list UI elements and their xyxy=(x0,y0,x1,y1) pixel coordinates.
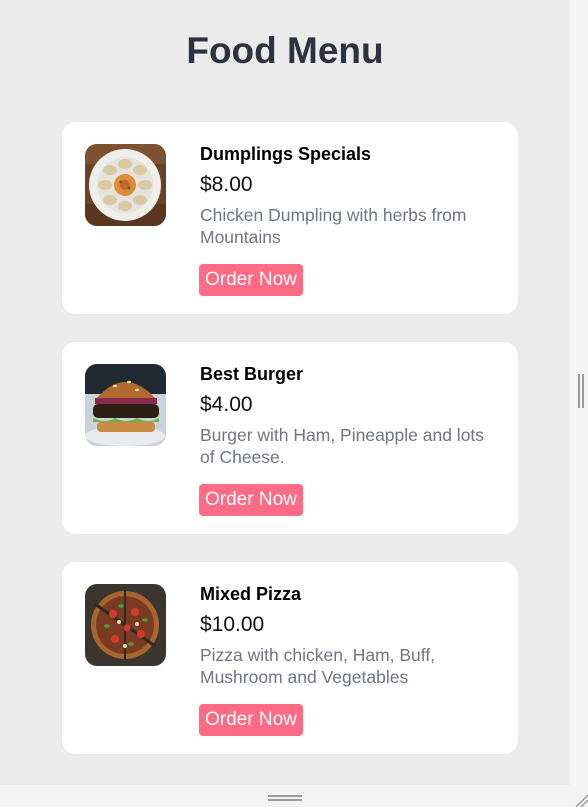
order-now-button[interactable]: Order Now xyxy=(199,264,303,296)
menu-item-card: Mixed Pizza $10.00 Pizza with chicken, H… xyxy=(62,562,518,754)
item-price: $10.00 xyxy=(200,613,265,636)
dumplings-image xyxy=(85,144,166,226)
menu-item-card: Best Burger $4.00 Burger with Ham, Pinea… xyxy=(62,342,518,534)
vertical-scrollbar[interactable] xyxy=(570,0,588,785)
item-description: Burger with Ham, Pineapple and lots of C… xyxy=(200,425,485,467)
resize-corner-icon[interactable] xyxy=(574,793,588,807)
item-name: Dumplings Specials xyxy=(200,144,372,164)
item-description: Chicken Dumpling with herbs from Mountai… xyxy=(200,205,467,247)
pizza-image xyxy=(85,584,166,666)
item-name: Best Burger xyxy=(200,364,304,384)
item-description: Pizza with chicken, Ham, Buff, Mushroom … xyxy=(200,645,436,687)
item-name: Mixed Pizza xyxy=(200,584,302,604)
page-viewport: Food Menu Dumplings Specials $8.00 Chick… xyxy=(0,0,570,785)
burger-image xyxy=(85,364,166,446)
order-now-button[interactable]: Order Now xyxy=(199,704,303,736)
horizontal-resize-grip[interactable] xyxy=(268,795,302,801)
vertical-resize-grip[interactable] xyxy=(578,374,584,408)
item-price: $8.00 xyxy=(200,173,253,196)
page-title: Food Menu xyxy=(186,30,384,71)
menu-item-card: Dumplings Specials $8.00 Chicken Dumplin… xyxy=(62,122,518,314)
order-now-button[interactable]: Order Now xyxy=(199,484,303,516)
item-price: $4.00 xyxy=(200,393,253,416)
bottom-resize-bar[interactable] xyxy=(0,785,588,807)
